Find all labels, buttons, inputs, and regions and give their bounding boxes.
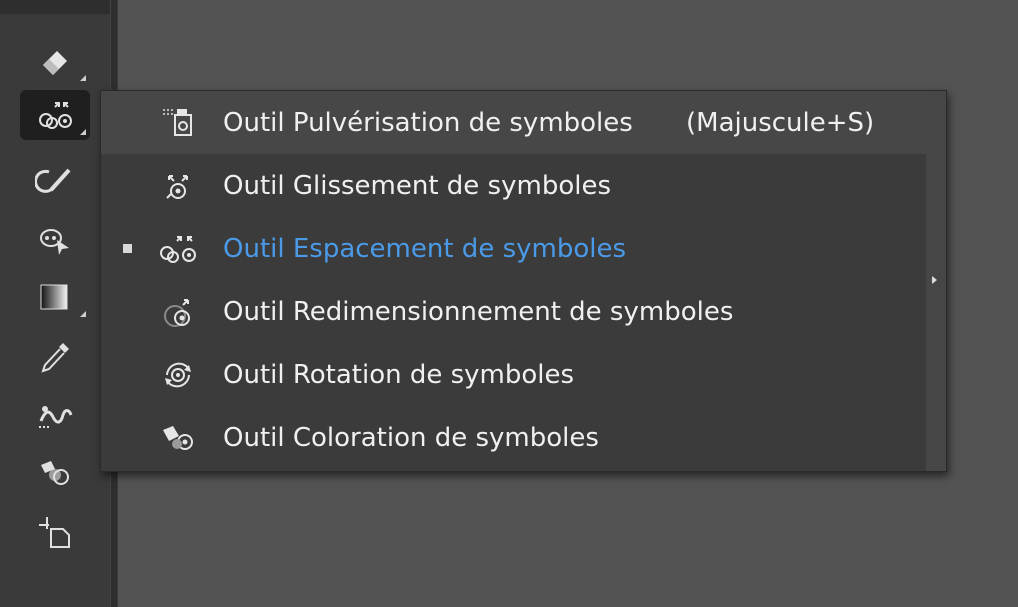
tearoff-arrow-icon[interactable] bbox=[932, 276, 937, 284]
symbolism-tools-flyout: Outil Pulvérisation de symboles (Majuscu… bbox=[100, 90, 947, 472]
gradient-icon bbox=[40, 284, 68, 310]
magnify-pointer-icon bbox=[40, 229, 69, 255]
selected-bullet-icon bbox=[123, 244, 132, 253]
symbol-sprayer-tool-button[interactable] bbox=[20, 90, 90, 140]
menu-item-label: Outil Espacement de symboles bbox=[223, 233, 627, 264]
flyout-tearoff-rail[interactable] bbox=[926, 91, 946, 471]
blend-icon bbox=[39, 406, 73, 428]
eyedropper-tool-button[interactable] bbox=[20, 332, 90, 382]
submenu-corner-icon bbox=[80, 75, 86, 81]
live-paint-icon bbox=[41, 461, 69, 485]
menu-item-label: Outil Coloration de symboles bbox=[223, 422, 599, 453]
symbol-stainer-icon bbox=[155, 418, 205, 458]
menu-item-symbol-spinner[interactable]: Outil Rotation de symboles bbox=[101, 343, 926, 406]
symbol-scruncher-icon bbox=[39, 102, 72, 129]
panel-top-bar bbox=[0, 0, 110, 14]
menu-item-symbol-sprayer[interactable]: Outil Pulvérisation de symboles (Majuscu… bbox=[101, 91, 926, 154]
symbol-spinner-icon bbox=[155, 355, 205, 395]
live-paint-tool-button[interactable] bbox=[20, 448, 90, 498]
menu-item-shortcut: (Majuscule+S) bbox=[686, 107, 875, 138]
symbol-sprayer-icon bbox=[155, 103, 205, 143]
symbol-sizer-icon bbox=[155, 292, 205, 332]
artboard-icon bbox=[39, 517, 70, 548]
menu-item-label: Outil Redimensionnement de symboles bbox=[223, 296, 734, 327]
shaper-tool-button[interactable] bbox=[20, 155, 90, 205]
menu-item-symbol-shifter[interactable]: Outil Glissement de symboles bbox=[101, 154, 926, 217]
symbol-shifter-icon bbox=[155, 166, 205, 206]
symbol-scruncher-icon bbox=[155, 229, 205, 269]
submenu-corner-icon bbox=[80, 311, 86, 317]
zoom-select-tool-button[interactable] bbox=[20, 215, 90, 265]
shaper-icon bbox=[35, 168, 71, 193]
eraser-icon bbox=[43, 51, 67, 75]
menu-item-symbol-sizer[interactable]: Outil Redimensionnement de symboles bbox=[101, 280, 926, 343]
gradient-tool-button[interactable] bbox=[20, 272, 90, 322]
blend-tool-button[interactable] bbox=[20, 390, 90, 440]
eraser-tool-button[interactable] bbox=[20, 36, 90, 86]
menu-item-symbol-stainer[interactable]: Outil Coloration de symboles bbox=[101, 406, 926, 469]
menu-item-symbol-scruncher[interactable]: Outil Espacement de symboles bbox=[101, 217, 926, 280]
menu-item-label: Outil Pulvérisation de symboles bbox=[223, 107, 633, 138]
eyedropper-icon bbox=[41, 343, 69, 373]
menu-item-label: Outil Rotation de symboles bbox=[223, 359, 575, 390]
artboard-tool-button[interactable] bbox=[20, 508, 90, 558]
submenu-corner-icon bbox=[80, 129, 86, 135]
menu-item-label: Outil Glissement de symboles bbox=[223, 170, 611, 201]
